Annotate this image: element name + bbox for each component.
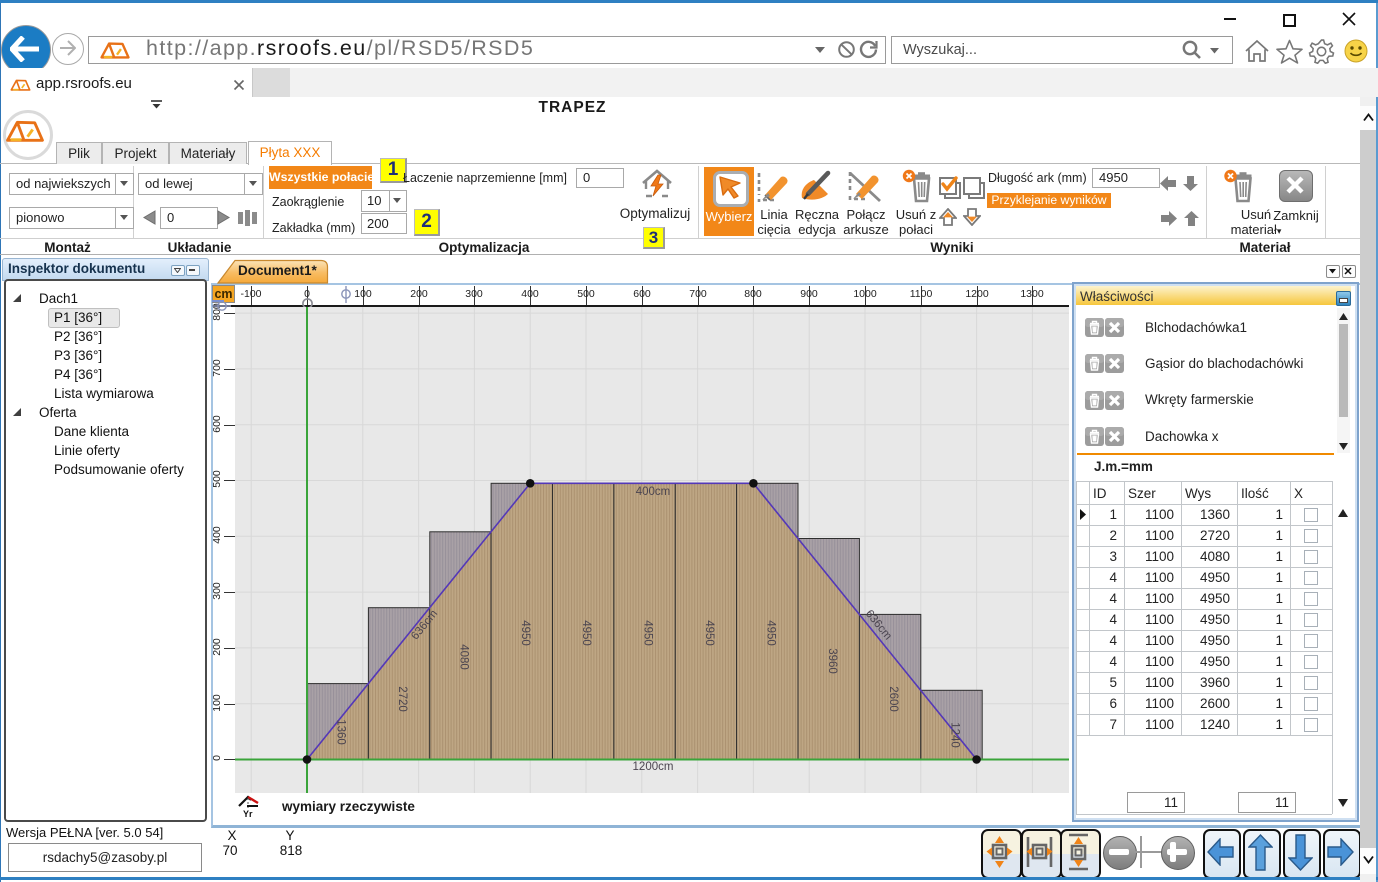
svg-text:1200cm: 1200cm [633, 761, 674, 773]
svg-text:1240: 1240 [949, 722, 961, 748]
svg-text:4950: 4950 [703, 620, 715, 646]
svg-text:2600: 2600 [887, 686, 899, 712]
svg-text:1360: 1360 [335, 719, 347, 745]
svg-text:3960: 3960 [826, 648, 838, 674]
svg-text:4950: 4950 [580, 620, 592, 646]
svg-text:Yr: Yr [243, 809, 253, 819]
svg-text:4080: 4080 [458, 644, 470, 670]
svg-text:4950: 4950 [642, 620, 654, 646]
svg-text:4950: 4950 [764, 620, 776, 646]
svg-text:2720: 2720 [396, 686, 408, 712]
svg-text:400cm: 400cm [636, 486, 671, 498]
svg-text:4950: 4950 [519, 620, 531, 646]
